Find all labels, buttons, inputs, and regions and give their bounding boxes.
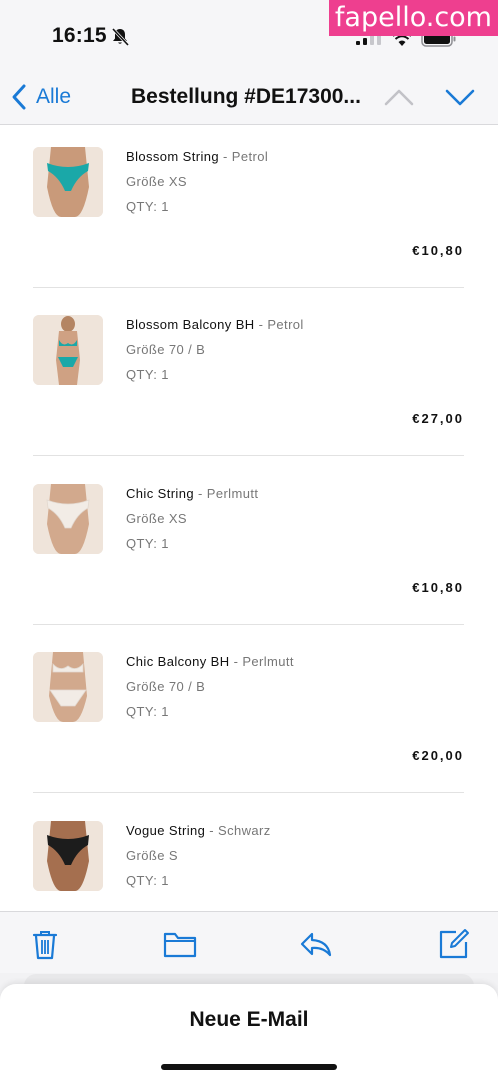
product-quantity: QTY: 1 bbox=[126, 199, 169, 214]
navigation-bar: Alle Bestellung #DE17300... bbox=[0, 70, 498, 125]
product-variant: Perlmutt bbox=[206, 486, 259, 501]
product-name: Chic String bbox=[126, 486, 194, 501]
product-title: Chic Balcony BH - Perlmutt bbox=[126, 654, 294, 669]
product-thumbnail bbox=[33, 147, 103, 217]
product-price: €27,00 bbox=[412, 411, 464, 426]
product-name: Blossom Balcony BH bbox=[126, 317, 255, 332]
product-name: Chic Balcony BH bbox=[126, 654, 230, 669]
divider bbox=[33, 624, 464, 625]
separator: - bbox=[198, 486, 203, 501]
separator: - bbox=[258, 317, 264, 332]
chevron-left-icon bbox=[12, 84, 26, 110]
order-item: Chic String - Perlmutt Größe XS QTY: 1 €… bbox=[33, 462, 464, 630]
product-size: Größe 70 / B bbox=[126, 342, 206, 357]
order-item: Blossom Balcony BH - Petrol Größe 70 / B… bbox=[33, 293, 464, 461]
separator: - bbox=[223, 149, 228, 164]
product-quantity: QTY: 1 bbox=[126, 873, 169, 888]
product-image[interactable] bbox=[33, 484, 103, 554]
home-indicator[interactable] bbox=[161, 1064, 337, 1070]
product-title: Vogue String - Schwarz bbox=[126, 823, 271, 838]
product-image[interactable] bbox=[33, 652, 103, 722]
product-thumbnail bbox=[33, 315, 103, 385]
product-title: Chic String - Perlmutt bbox=[126, 486, 258, 501]
trash-icon[interactable] bbox=[28, 928, 62, 960]
divider bbox=[33, 792, 464, 793]
new-mail-sheet[interactable]: Neue E-Mail bbox=[0, 984, 498, 1080]
product-quantity: QTY: 1 bbox=[126, 704, 169, 719]
product-price: €20,00 bbox=[412, 748, 464, 763]
status-bar: 16:15 fapello.com bbox=[0, 0, 498, 70]
product-size: Größe XS bbox=[126, 174, 187, 189]
bottom-toolbar bbox=[0, 911, 498, 973]
sheet-title: Neue E-Mail bbox=[189, 1008, 309, 1031]
product-image[interactable] bbox=[33, 147, 103, 217]
order-item: Chic Balcony BH - Perlmutt Größe 70 / B … bbox=[33, 630, 464, 798]
separator: - bbox=[233, 654, 239, 669]
separator: - bbox=[209, 823, 214, 838]
page-title: Bestellung #DE17300... bbox=[131, 85, 361, 108]
folder-icon[interactable] bbox=[163, 928, 197, 960]
order-item: Blossom String - Petrol Größe XS QTY: 1 … bbox=[33, 125, 464, 293]
product-size: Größe S bbox=[126, 848, 178, 863]
product-quantity: QTY: 1 bbox=[126, 536, 169, 551]
reply-icon[interactable] bbox=[299, 928, 333, 960]
product-variant: Petrol bbox=[267, 317, 304, 332]
product-size: Größe XS bbox=[126, 511, 187, 526]
product-variant: Perlmutt bbox=[242, 654, 294, 669]
divider bbox=[33, 287, 464, 288]
order-item: Vogue String - Schwarz Größe S QTY: 1 bbox=[33, 799, 464, 911]
product-title: Blossom String - Petrol bbox=[126, 149, 268, 164]
product-name: Blossom String bbox=[126, 149, 220, 164]
product-quantity: QTY: 1 bbox=[126, 367, 169, 382]
previous-message-button[interactable] bbox=[383, 84, 415, 110]
product-thumbnail bbox=[33, 821, 103, 891]
bell-slash-icon bbox=[111, 27, 130, 47]
product-variant: Schwarz bbox=[218, 823, 271, 838]
product-title: Blossom Balcony BH - Petrol bbox=[126, 317, 304, 332]
compose-icon[interactable] bbox=[437, 928, 471, 960]
product-price: €10,80 bbox=[412, 243, 464, 258]
product-name: Vogue String bbox=[126, 823, 206, 838]
watermark: fapello.com bbox=[328, 0, 498, 36]
next-message-button[interactable] bbox=[444, 84, 476, 110]
product-image[interactable] bbox=[33, 315, 103, 385]
product-thumbnail bbox=[33, 484, 103, 554]
product-thumbnail bbox=[33, 652, 103, 722]
product-variant: Petrol bbox=[231, 149, 269, 164]
message-body[interactable]: Blossom String - Petrol Größe XS QTY: 1 … bbox=[0, 125, 498, 911]
product-image[interactable] bbox=[33, 821, 103, 891]
status-time: 16:15 bbox=[52, 24, 107, 47]
product-price: €10,80 bbox=[412, 580, 464, 595]
product-size: Größe 70 / B bbox=[126, 679, 206, 694]
back-label: Alle bbox=[36, 85, 72, 108]
divider bbox=[33, 455, 464, 456]
back-button[interactable]: Alle bbox=[10, 82, 71, 112]
